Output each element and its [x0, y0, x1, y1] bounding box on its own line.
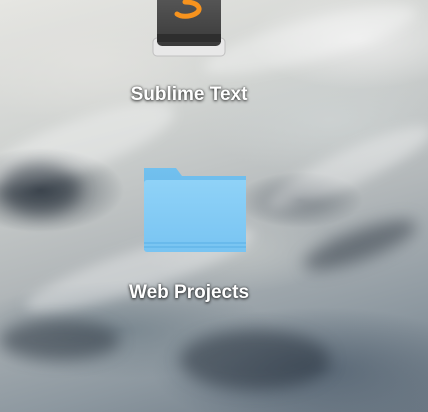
- folder-icon: [132, 166, 250, 254]
- desktop-item-sublime-text[interactable]: Sublime Text: [114, 0, 264, 106]
- desktop-item-label: Web Projects: [128, 282, 250, 303]
- desktop-item-web-projects[interactable]: Web Projects: [114, 166, 264, 304]
- desktop-item-label: Sublime Text: [130, 84, 248, 105]
- desktop-background: Sublime Text Web Projects: [0, 0, 428, 412]
- sublime-text-app-icon: [133, 0, 245, 58]
